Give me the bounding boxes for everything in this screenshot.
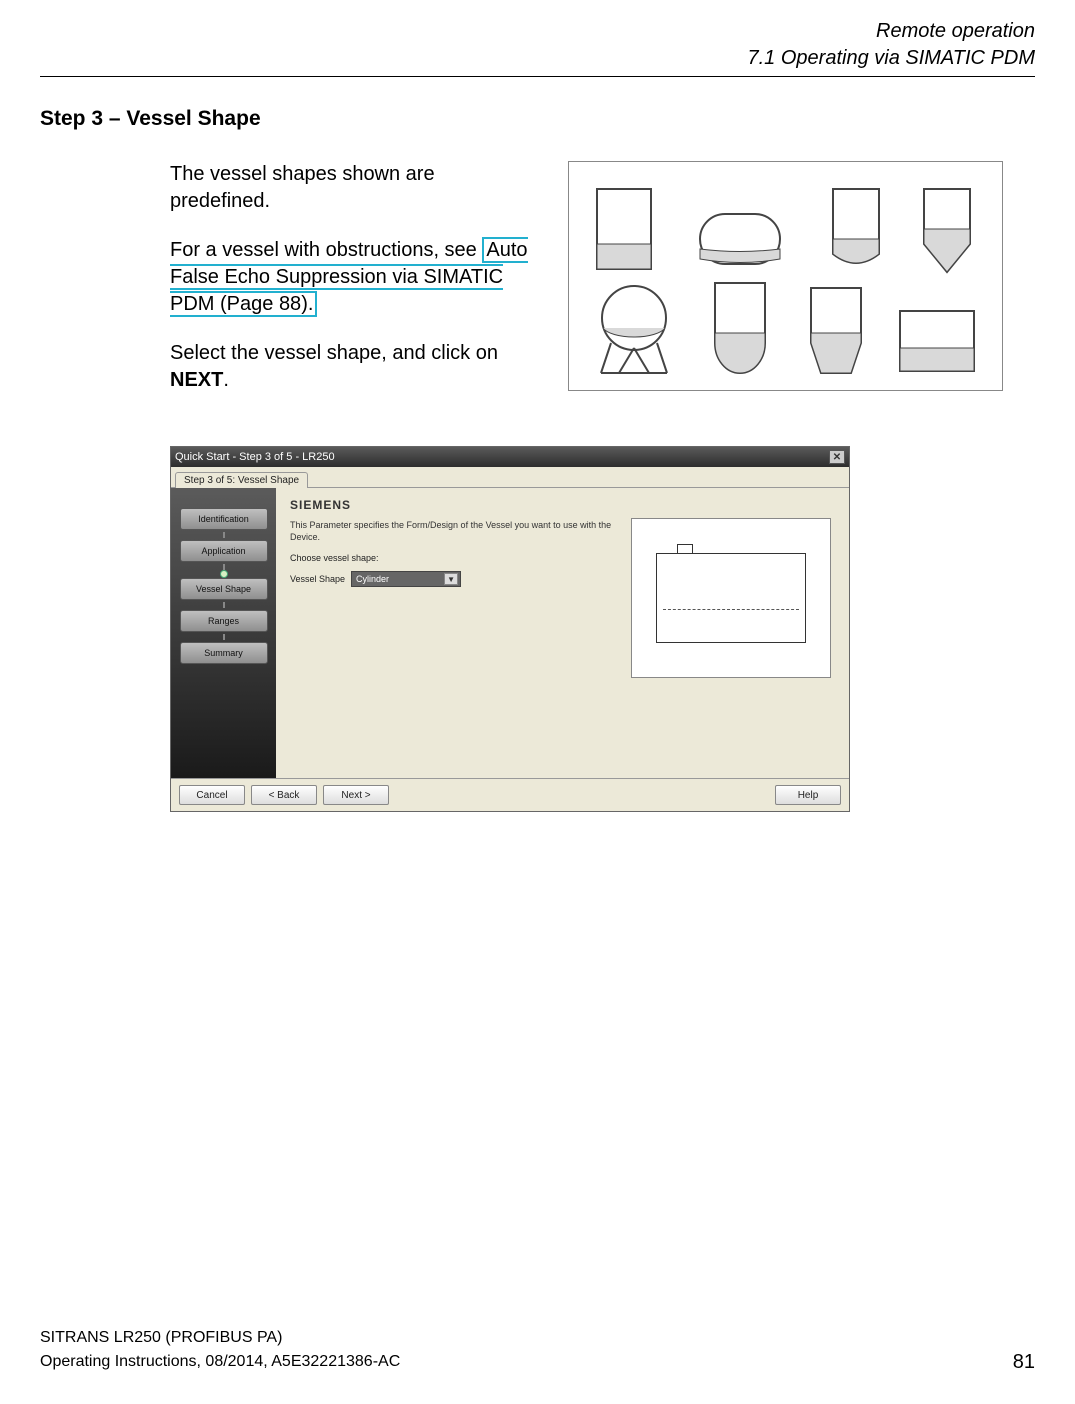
next-button[interactable]: Next > — [323, 785, 389, 805]
sidebar-item-vessel-shape[interactable]: Vessel Shape — [180, 578, 268, 600]
dialog-title: Quick Start - Step 3 of 5 - LR250 — [175, 451, 335, 463]
dialog-body: Identification Application Vessel Shape … — [171, 488, 849, 778]
vessel-shape-field-label: Vessel Shape — [290, 574, 345, 584]
para-3: Select the vessel shape, and click on NE… — [170, 340, 540, 394]
dialog-button-bar: Cancel < Back Next > Help — [171, 778, 849, 811]
tab-step-3[interactable]: Step 3 of 5: Vessel Shape — [175, 472, 308, 488]
step-heading: Step 3 – Vessel Shape — [40, 107, 1035, 131]
vessel-shape-dropdown[interactable]: Cylinder ▼ — [351, 571, 461, 587]
shape-sphere-legs-icon — [589, 278, 679, 378]
xref-page-close: ). — [301, 293, 313, 315]
para-3-tail: . — [223, 369, 229, 391]
sidebar-item-identification[interactable]: Identification — [180, 508, 268, 530]
footer-product: SITRANS LR250 (PROFIBUS PA) — [40, 1326, 400, 1350]
sidebar-connector — [223, 602, 225, 608]
sidebar-connector — [223, 634, 225, 640]
sidebar-connector — [223, 532, 225, 538]
wizard-sidebar: Identification Application Vessel Shape … — [171, 488, 276, 778]
vessel-shape-value: Cylinder — [356, 574, 389, 584]
quick-start-dialog: Quick Start - Step 3 of 5 - LR250 ✕ Step… — [170, 446, 850, 812]
dialog-main-panel: SIEMENS This Parameter specifies the For… — [276, 488, 849, 778]
footer-docinfo: Operating Instructions, 08/2014, A5E3222… — [40, 1350, 400, 1374]
content-row: The vessel shapes shown are predefined. … — [40, 161, 1035, 416]
shape-horizontal-tank-icon — [680, 204, 800, 274]
section-title: 7.1 Operating via SIMATIC PDM — [40, 47, 1035, 70]
dialog-titlebar: Quick Start - Step 3 of 5 - LR250 ✕ — [171, 447, 849, 467]
shape-dished-bottom-icon — [821, 184, 891, 274]
parameter-description: This Parameter specifies the Form/Design… — [290, 520, 620, 543]
sensor-icon — [677, 544, 693, 554]
xref-page-open: (Page — [214, 293, 278, 315]
vessel-shapes-illustration — [568, 161, 1003, 391]
brand-label: SIEMENS — [290, 498, 835, 512]
back-button[interactable]: < Back — [251, 785, 317, 805]
shapes-row-2 — [579, 278, 992, 378]
para-2: For a vessel with obstructions, see Auto… — [170, 237, 540, 318]
shape-parabolic-bottom-icon — [801, 283, 871, 378]
shapes-row-1 — [579, 174, 992, 274]
sidebar-item-ranges[interactable]: Ranges — [180, 610, 268, 632]
page-number: 81 — [1013, 1351, 1035, 1374]
help-button[interactable]: Help — [775, 785, 841, 805]
liquid-level-line — [663, 609, 799, 610]
cancel-button[interactable]: Cancel — [179, 785, 245, 805]
text-column: The vessel shapes shown are predefined. … — [170, 161, 540, 416]
shape-cylinder-flat-icon — [589, 184, 659, 274]
shape-bullet-tank-icon — [700, 278, 780, 378]
sidebar-active-dot-icon — [220, 570, 228, 578]
xref-page-number: 88 — [279, 293, 301, 315]
vessel-preview-icon — [656, 553, 806, 643]
next-keyword: NEXT — [170, 369, 223, 391]
page-header: Remote operation 7.1 Operating via SIMAT… — [40, 20, 1035, 77]
para-2-lead: For a vessel with obstructions, see — [170, 239, 482, 261]
para-3-lead: Select the vessel shape, and click on — [170, 342, 498, 364]
shape-rectangular-icon — [892, 303, 982, 378]
footer-left: SITRANS LR250 (PROFIBUS PA) Operating In… — [40, 1326, 400, 1374]
shape-cone-bottom-icon — [912, 184, 982, 274]
sidebar-item-summary[interactable]: Summary — [180, 642, 268, 664]
close-icon[interactable]: ✕ — [829, 450, 845, 464]
para-1: The vessel shapes shown are predefined. — [170, 161, 540, 215]
sidebar-item-application[interactable]: Application — [180, 540, 268, 562]
chevron-down-icon: ▼ — [444, 573, 458, 585]
chapter-title: Remote operation — [40, 20, 1035, 43]
vessel-preview-frame — [631, 518, 831, 678]
page-footer: SITRANS LR250 (PROFIBUS PA) Operating In… — [40, 1326, 1035, 1374]
dialog-tabbar: Step 3 of 5: Vessel Shape — [171, 467, 849, 488]
